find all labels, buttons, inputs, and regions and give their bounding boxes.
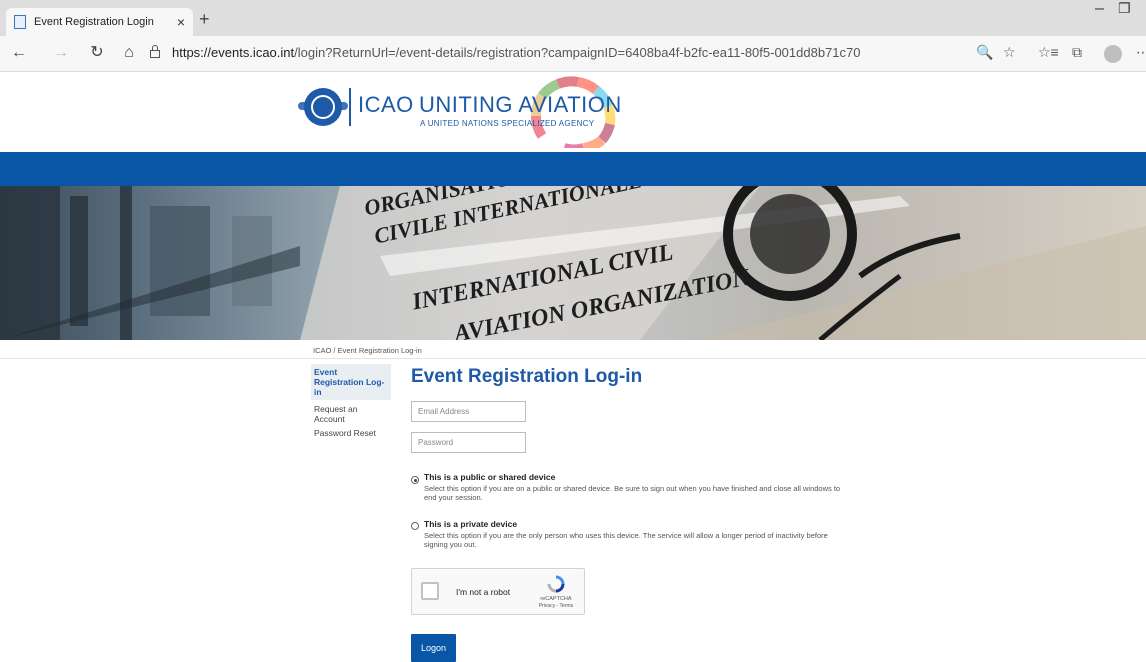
recaptcha-widget: I'm not a robot reCAPTCHA Privacy - Term… — [411, 568, 585, 615]
private-device-title: This is a private device — [424, 519, 518, 529]
new-tab-icon[interactable]: + — [199, 10, 210, 28]
tab-title: Event Registration Login — [34, 16, 154, 28]
logon-button[interactable]: Logon — [411, 634, 456, 662]
recaptcha-logo-icon — [547, 575, 565, 593]
recaptcha-checkbox[interactable] — [421, 582, 439, 600]
browser-toolbar: ← → ↻ ⌂ https://events.icao.int/login?Re… — [0, 36, 1146, 72]
more-menu-icon[interactable]: ⋯ — [1136, 44, 1146, 61]
breadcrumb[interactable]: ICAO / Event Registration Log-in — [313, 346, 422, 355]
page-favicon-icon — [14, 15, 26, 29]
minimize-icon[interactable]: – — [1095, 0, 1104, 18]
logo-icao-text[interactable]: ICAO — [358, 92, 414, 118]
un-emblem-icon[interactable] — [304, 88, 342, 126]
maximize-icon[interactable]: ❐ — [1118, 0, 1131, 17]
recaptcha-privacy-terms[interactable]: Privacy - Terms — [534, 603, 578, 609]
collections-icon[interactable]: ⧉ — [1072, 44, 1082, 61]
side-nav-item-login[interactable]: Event Registration Log-in — [311, 364, 391, 400]
side-nav-item-password-reset[interactable]: Password Reset — [311, 426, 391, 440]
public-device-description: Select this option if you are on a publi… — [424, 484, 841, 502]
public-device-radio[interactable] — [411, 476, 419, 484]
content-divider — [0, 358, 1146, 359]
side-nav-item-request-account[interactable]: Request an Account — [311, 402, 391, 426]
reload-icon[interactable]: ↻ — [86, 43, 108, 63]
address-bar[interactable]: https://events.icao.int/login?ReturnUrl=… — [172, 45, 860, 60]
logo-uniting-aviation: UNITING AVIATION — [419, 92, 622, 117]
email-input[interactable] — [411, 401, 526, 422]
password-input[interactable] — [411, 432, 526, 453]
logo-divider — [349, 88, 351, 126]
hero-banner-image: ORGANISATION DE L'AVIATION CIVILE INTERN… — [0, 186, 1146, 340]
forward-arrow-icon[interactable]: → — [50, 43, 72, 63]
url-host: https://events.icao.int — [172, 45, 295, 60]
page-title: Event Registration Log-in — [411, 366, 643, 387]
zoom-icon[interactable]: 🔍 — [976, 44, 993, 61]
recaptcha-label: I'm not a robot — [456, 587, 511, 597]
side-nav: Event Registration Log-in Request an Acc… — [311, 364, 391, 440]
lock-icon[interactable] — [150, 45, 160, 58]
favorites-list-icon[interactable]: ☆≡ — [1038, 44, 1059, 61]
public-device-title: This is a public or shared device — [424, 472, 556, 482]
header-blue-band — [0, 152, 1146, 186]
site-header: ICAO UNITING AVIATION A UNITED NATIONS S… — [0, 72, 1146, 152]
private-device-radio[interactable] — [411, 522, 419, 530]
recaptcha-brand: reCAPTCHA — [540, 596, 572, 602]
back-arrow-icon[interactable]: ← — [8, 43, 30, 63]
url-path: /login?ReturnUrl=/event-details/registra… — [294, 45, 861, 60]
browser-tab[interactable]: Event Registration Login × — [6, 8, 193, 36]
private-device-description: Select this option if you are the only p… — [424, 531, 828, 549]
profile-avatar-icon[interactable] — [1104, 45, 1122, 63]
home-icon[interactable]: ⌂ — [118, 43, 140, 63]
logo-tagline: A UNITED NATIONS SPECIALIZED AGENCY — [420, 119, 595, 128]
tab-close-icon[interactable]: × — [177, 14, 185, 30]
browser-tab-bar: Event Registration Login × + – ❐ — [0, 0, 1146, 36]
favorite-star-icon[interactable]: ☆ — [1003, 44, 1016, 61]
